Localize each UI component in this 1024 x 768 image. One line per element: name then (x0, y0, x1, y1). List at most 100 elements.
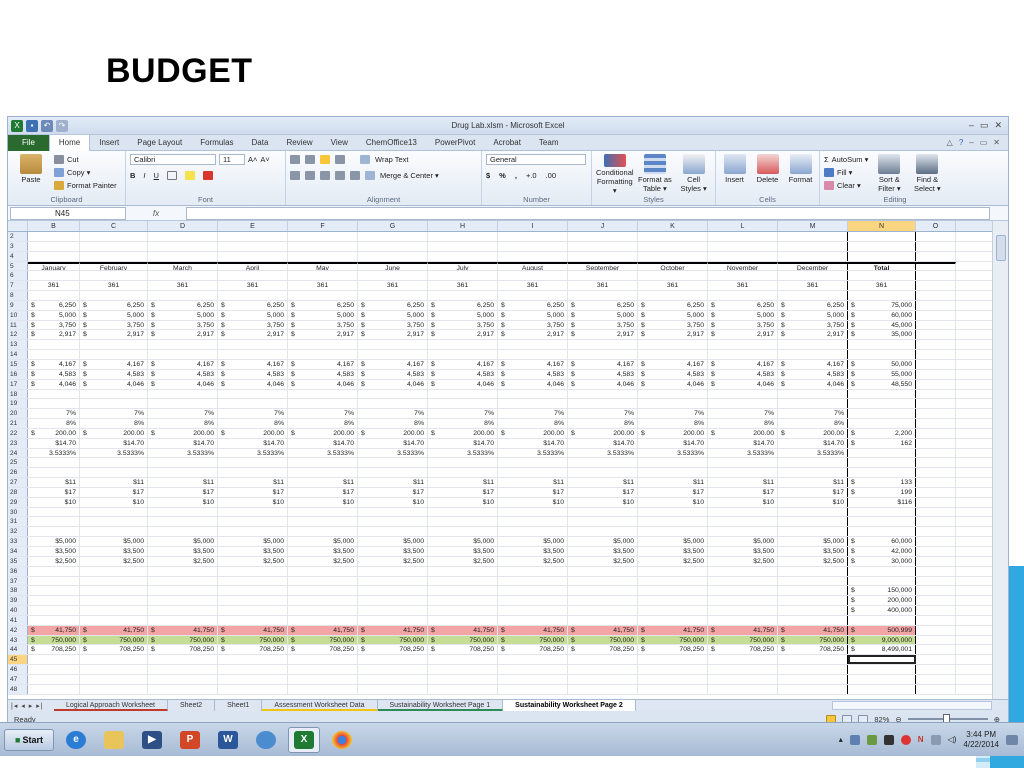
grid-cell[interactable]: $10 (638, 497, 708, 507)
delete-button[interactable]: Delete (753, 154, 782, 195)
grid-cell[interactable] (848, 448, 916, 458)
grid-cell[interactable] (848, 615, 916, 625)
grid-cell[interactable] (428, 468, 498, 478)
clear-button[interactable]: Clear ▾ (824, 180, 868, 191)
zoom-slider[interactable] (907, 714, 988, 725)
row-header[interactable]: 26 (8, 468, 28, 478)
grid-cell[interactable] (288, 615, 358, 625)
grid-cell[interactable] (148, 665, 218, 674)
grid-cell[interactable] (568, 458, 638, 468)
grid-cell[interactable] (568, 527, 638, 537)
grid-cell[interactable]: $750,000 (288, 635, 358, 645)
grid-cell[interactable] (638, 350, 708, 359)
grid-cell[interactable] (428, 389, 498, 399)
grid-cell[interactable] (148, 596, 218, 606)
grid-cell[interactable]: $6,250 (568, 300, 638, 310)
grid-cell[interactable]: $5,000 (28, 310, 80, 320)
grid-cell[interactable] (28, 271, 80, 281)
row-header[interactable]: 42 (8, 625, 28, 635)
grid-cell[interactable] (428, 674, 498, 684)
grid-cell[interactable] (288, 458, 358, 468)
row-header[interactable]: 9 (8, 300, 28, 310)
grid-cell[interactable] (28, 517, 80, 527)
autosum-button[interactable]: Σ AutoSum ▾ (824, 154, 868, 165)
row-header[interactable]: 3 (8, 241, 28, 251)
grid-cell[interactable]: $17 (80, 487, 148, 497)
grid-cell[interactable] (288, 251, 358, 261)
grid-cell[interactable] (916, 645, 956, 655)
grid-cell[interactable]: 3.5333% (568, 448, 638, 458)
grid-cell[interactable] (708, 507, 778, 517)
tray-arrow-icon[interactable]: ▴ (839, 735, 843, 744)
grid-cell[interactable]: $6,250 (778, 300, 848, 310)
taskbar-internet-explorer[interactable]: e (60, 727, 92, 753)
grid-cell[interactable]: $10 (218, 497, 288, 507)
grid-cell[interactable] (358, 674, 428, 684)
grid-cell[interactable]: $5,000 (148, 310, 218, 320)
grid-cell[interactable] (218, 566, 288, 576)
grid-cell[interactable] (218, 389, 288, 399)
grid-cell[interactable]: 3.5333% (638, 448, 708, 458)
grid-cell[interactable] (568, 596, 638, 606)
grid-cell[interactable]: $5,000 (148, 537, 218, 546)
grid-cell[interactable]: $500,999 (848, 625, 916, 635)
grid-cell[interactable]: 361 (218, 281, 288, 291)
grid-cell[interactable] (218, 241, 288, 251)
grid-cell[interactable]: $4,167 (708, 359, 778, 369)
grid-cell[interactable] (28, 241, 80, 251)
grid-cell[interactable] (778, 389, 848, 399)
grid-cell[interactable] (28, 350, 80, 359)
grid-cell[interactable]: $2,917 (218, 330, 288, 340)
grid-cell[interactable]: $2,917 (288, 330, 358, 340)
grid-cell[interactable] (778, 665, 848, 674)
grid-cell[interactable]: $5,000 (498, 537, 568, 546)
grid-cell[interactable]: $6,250 (80, 300, 148, 310)
row-header[interactable]: 4 (8, 251, 28, 261)
grid-cell[interactable] (28, 655, 80, 665)
format-painter-button[interactable]: Format Painter (54, 180, 117, 191)
row-header[interactable]: 16 (8, 369, 28, 379)
grid-cell[interactable] (916, 428, 956, 438)
doc-close-icon[interactable]: ✕ (993, 138, 1000, 147)
grid-cell[interactable] (916, 399, 956, 409)
grid-cell[interactable]: $41,750 (218, 625, 288, 635)
grid-cell[interactable]: $14.70 (80, 438, 148, 448)
grid-cell[interactable]: $42,000 (848, 547, 916, 556)
row-header[interactable]: 14 (8, 350, 28, 359)
grid-cell[interactable]: December (778, 261, 848, 271)
grid-cell[interactable] (916, 241, 956, 251)
formula-input[interactable] (186, 206, 990, 220)
grid-cell[interactable] (288, 340, 358, 350)
grid-cell[interactable]: February (80, 261, 148, 271)
grid-cell[interactable]: $200.00 (358, 428, 428, 438)
grid-cell[interactable]: 7% (778, 409, 848, 419)
grid-cell[interactable]: $3,500 (778, 547, 848, 556)
grid-cell[interactable]: $708,250 (778, 645, 848, 655)
row-header[interactable]: 12 (8, 330, 28, 340)
format-as-table-button[interactable]: Format as Table ▾ (638, 154, 673, 195)
column-header-n[interactable]: N (848, 221, 916, 231)
tab-review[interactable]: Review (277, 135, 321, 151)
horizontal-scrollbar[interactable] (832, 701, 992, 710)
grid-cell[interactable]: March (148, 261, 218, 271)
grid-cell[interactable] (288, 507, 358, 517)
column-header-b[interactable]: B (28, 221, 80, 231)
grid-cell[interactable] (638, 399, 708, 409)
spreadsheet-grid[interactable]: BCDEFGHIJKLMNO 2 3 4 5 January February March A… (8, 221, 993, 699)
grid-cell[interactable]: $41,750 (498, 625, 568, 635)
grid-cell[interactable] (708, 468, 778, 478)
grid-cell[interactable]: $60,000 (848, 537, 916, 546)
grid-cell[interactable] (148, 527, 218, 537)
grid-cell[interactable]: 3.5333% (80, 448, 148, 458)
row-header[interactable]: 8 (8, 291, 28, 300)
grid-cell[interactable]: $2,917 (568, 330, 638, 340)
grid-cell[interactable]: $5,000 (288, 537, 358, 546)
grid-cell[interactable]: $708,250 (428, 645, 498, 655)
vertical-scrollbar[interactable] (992, 221, 1008, 699)
sheet-tab[interactable]: Assessment Worksheet Data (262, 699, 378, 712)
row-header[interactable]: 7 (8, 281, 28, 291)
grid-cell[interactable] (28, 576, 80, 586)
grid-cell[interactable] (28, 291, 80, 300)
grid-cell[interactable] (568, 606, 638, 615)
grid-cell[interactable] (848, 399, 916, 409)
